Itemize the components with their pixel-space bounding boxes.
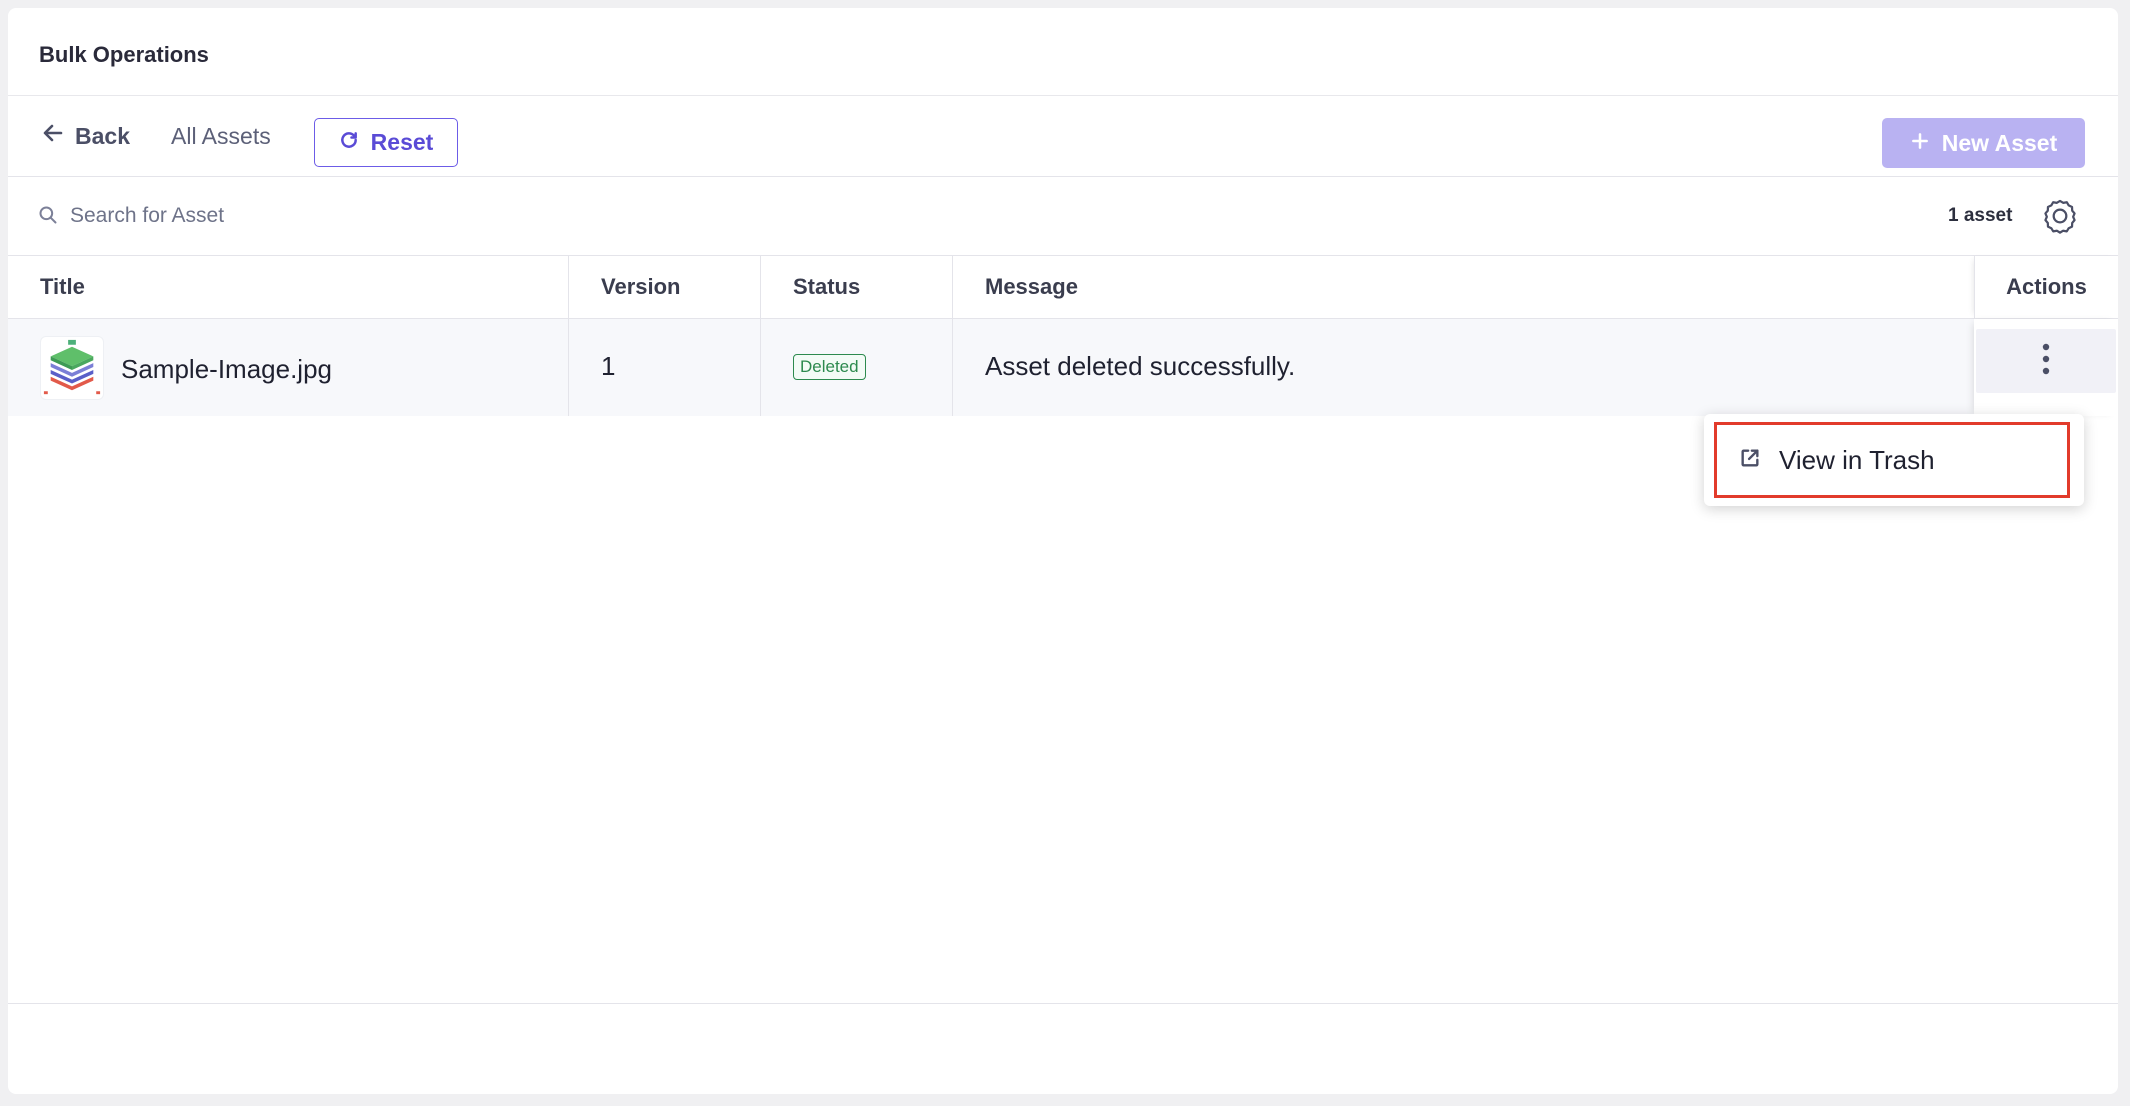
message-value: Asset deleted successfully. — [985, 351, 1296, 381]
asset-thumbnail — [40, 336, 104, 400]
column-header-message[interactable]: Message — [952, 256, 1974, 318]
back-button[interactable]: Back — [41, 118, 130, 154]
page-header: Bulk Operations — [8, 8, 2118, 96]
new-asset-button[interactable]: New Asset — [1882, 118, 2085, 168]
footer-divider — [8, 1003, 2118, 1004]
page-title: Bulk Operations — [39, 42, 209, 67]
external-link-icon — [1739, 445, 1761, 476]
cell-title: Sample-Image.jpg — [8, 319, 568, 416]
plus-icon — [1910, 130, 1930, 157]
column-header-title[interactable]: Title — [8, 256, 568, 318]
new-asset-button-label: New Asset — [1941, 129, 2058, 156]
column-header-actions: Actions — [1974, 256, 2118, 318]
actions-menu-button[interactable] — [1976, 329, 2116, 393]
refresh-icon — [339, 129, 359, 156]
reset-button-label: Reset — [370, 129, 434, 155]
table-row[interactable]: Sample-Image.jpg 1 Deleted Asset deleted… — [8, 319, 2118, 416]
status-badge: Deleted — [793, 354, 866, 380]
menu-item-view-in-trash[interactable]: View in Trash — [1714, 422, 2070, 498]
arrow-left-icon — [41, 121, 65, 151]
column-header-version[interactable]: Version — [568, 256, 760, 318]
cell-version: 1 — [568, 319, 760, 416]
search-input[interactable] — [68, 197, 672, 235]
actions-dropdown-menu: View in Trash — [1704, 414, 2084, 506]
all-assets-link[interactable]: All Assets — [171, 118, 271, 154]
asset-file-name[interactable]: Sample-Image.jpg — [121, 354, 332, 385]
back-button-label: Back — [75, 122, 130, 149]
toolbar: Back All Assets Reset New Asset — [8, 96, 2118, 177]
more-vertical-icon — [2041, 342, 2051, 381]
gear-icon[interactable] — [2041, 197, 2079, 235]
search-bar: 1 asset — [8, 177, 2118, 256]
search-icon — [38, 205, 58, 225]
table-header: Title Version Status Message Actions — [8, 256, 2118, 319]
cell-message: Asset deleted successfully. — [952, 319, 1974, 416]
column-header-status[interactable]: Status — [760, 256, 952, 318]
cell-status: Deleted — [760, 319, 952, 416]
version-value: 1 — [601, 351, 616, 381]
bulk-operations-panel: Bulk Operations Back All Assets Reset Ne… — [8, 8, 2118, 1094]
asset-count: 1 asset — [1948, 205, 2013, 226]
reset-button[interactable]: Reset — [314, 118, 458, 167]
menu-item-label: View in Trash — [1779, 444, 1935, 475]
cell-actions — [1974, 319, 2118, 416]
